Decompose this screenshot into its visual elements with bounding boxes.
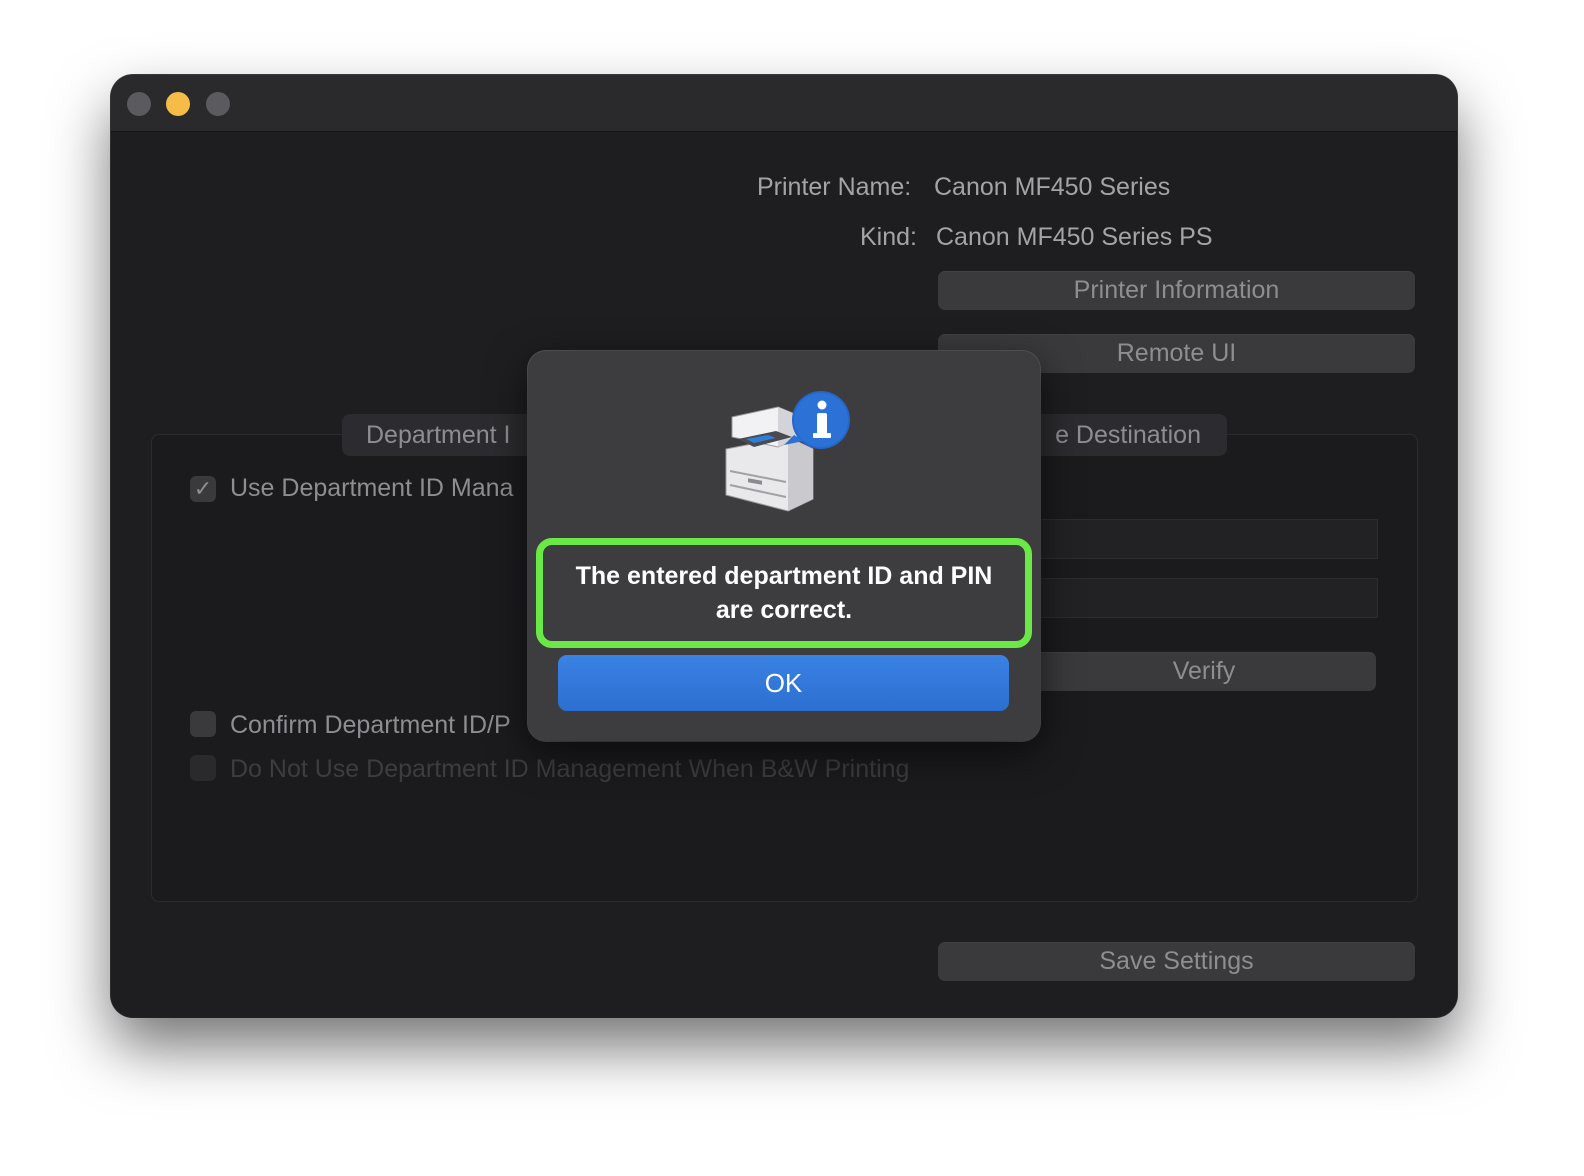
pin-field[interactable] xyxy=(1032,578,1378,618)
do-not-use-bw-label: Do Not Use Department ID Management When… xyxy=(230,755,910,783)
verify-button[interactable]: Verify xyxy=(1032,652,1376,691)
zoom-window-button[interactable] xyxy=(206,92,230,116)
save-settings-button[interactable]: Save Settings xyxy=(938,942,1415,981)
kind-value: Canon MF450 Series PS xyxy=(936,223,1213,251)
checkmark-icon: ✓ xyxy=(193,476,213,501)
department-id-field[interactable] xyxy=(1032,519,1378,559)
ok-button[interactable]: OK xyxy=(558,655,1009,711)
printer-name-value: Canon MF450 Series xyxy=(934,173,1171,201)
dialog-message: The entered department ID and PIN are co… xyxy=(575,562,993,624)
use-department-id-label: Use Department ID Mana xyxy=(230,474,514,502)
title-bar xyxy=(111,75,1457,132)
printer-information-button[interactable]: Printer Information xyxy=(938,271,1415,310)
close-window-button[interactable] xyxy=(127,92,151,116)
confirm-department-id-checkbox[interactable] xyxy=(190,711,216,737)
message-highlight: The entered department ID and PIN are co… xyxy=(536,538,1032,648)
minimize-window-button[interactable] xyxy=(166,92,190,116)
do-not-use-bw-checkbox[interactable] xyxy=(190,755,216,781)
confirm-department-id-label: Confirm Department ID/P xyxy=(230,711,511,739)
printer-info-icon xyxy=(725,391,850,512)
alert-dialog: The entered department ID and PIN are co… xyxy=(528,351,1040,741)
printer-name-label: Printer Name: xyxy=(757,173,912,201)
kind-label: Kind: xyxy=(860,223,917,251)
use-department-id-checkbox[interactable]: ✓ xyxy=(190,476,216,502)
